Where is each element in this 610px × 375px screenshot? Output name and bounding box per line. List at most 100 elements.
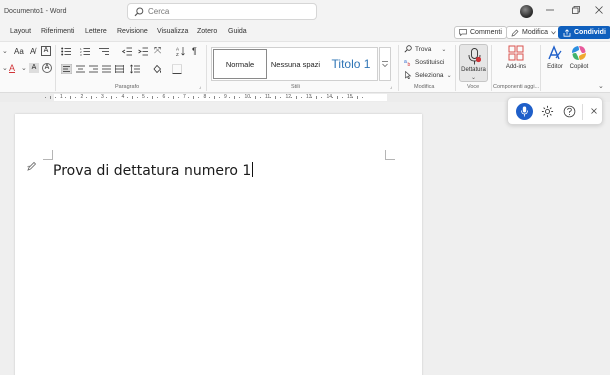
- align-center-icon[interactable]: [76, 65, 85, 73]
- show-marks-icon[interactable]: ¶: [192, 46, 197, 56]
- minimize-button[interactable]: [542, 4, 558, 18]
- enclose-char-icon[interactable]: A: [42, 63, 52, 73]
- styles-gallery: Normale Nessuna spazi Titolo 1: [211, 47, 378, 81]
- dictation-close-button[interactable]: [588, 105, 600, 118]
- ruler-tick: [239, 97, 241, 98]
- editor-button[interactable]: Editor: [544, 44, 566, 82]
- shading-icon[interactable]: A: [29, 63, 39, 73]
- highlight-dropdown-icon[interactable]: ⌄: [2, 64, 8, 72]
- ruler-tick: [85, 97, 87, 98]
- ruler-tick: [357, 96, 359, 99]
- style-no-spacing[interactable]: Nessuna spazi: [269, 49, 322, 79]
- restore-button[interactable]: [568, 4, 584, 18]
- style-heading-1[interactable]: Titolo 1: [324, 49, 378, 79]
- avatar[interactable]: [520, 5, 533, 18]
- share-label: Condividi: [574, 29, 606, 36]
- clear-format-icon[interactable]: A̸: [30, 47, 35, 56]
- ruler-tick: [167, 97, 169, 98]
- ruler-tick: [259, 97, 261, 98]
- shading-paint-icon[interactable]: [152, 64, 162, 74]
- ruler-tick: [188, 97, 190, 98]
- margin-corner-top-right: [385, 150, 395, 160]
- tab-lettere[interactable]: Lettere: [85, 28, 107, 35]
- tab-revisione[interactable]: Revisione: [117, 28, 148, 35]
- share-button[interactable]: Condividi: [558, 26, 610, 39]
- style-normal[interactable]: Normale: [213, 49, 267, 79]
- find-button[interactable]: Trova ⌄: [404, 45, 446, 53]
- find-icon: [404, 45, 412, 53]
- ruler-tick: [147, 97, 149, 98]
- ruler-tick: [75, 97, 77, 98]
- gear-icon[interactable]: [541, 105, 554, 118]
- document-page[interactable]: Prova di dettatura numero 1: [15, 114, 422, 375]
- copilot-icon: [572, 46, 586, 60]
- ruler-tick: [300, 97, 302, 98]
- dictation-toolbar: [507, 97, 603, 125]
- change-case-icon[interactable]: Aa: [14, 47, 24, 56]
- paragraph-launcher-icon[interactable]: ⌟: [199, 84, 201, 90]
- handwriting-pen-icon: [27, 161, 37, 171]
- styles-more-button[interactable]: [379, 47, 391, 81]
- align-right-icon[interactable]: [89, 65, 98, 73]
- tab-guida[interactable]: Guida: [228, 28, 247, 35]
- tab-layout[interactable]: Layout: [10, 28, 31, 35]
- help-icon[interactable]: [563, 105, 576, 118]
- font-size-dropdown-icon[interactable]: ⌄: [2, 47, 8, 55]
- bullets-icon[interactable]: [61, 47, 71, 56]
- ribbon-tabs: Layout Riferimenti Lettere Revisione Vis…: [0, 25, 610, 41]
- ruler-tick: [65, 97, 67, 98]
- text-border-icon[interactable]: A: [41, 46, 51, 56]
- ruler-number: 9: [224, 94, 227, 100]
- justify-icon[interactable]: [102, 65, 111, 73]
- decrease-indent-icon[interactable]: [122, 47, 132, 56]
- borders-icon[interactable]: [172, 64, 182, 74]
- separator: [206, 45, 207, 91]
- sort-icon[interactable]: AZ: [176, 46, 185, 57]
- document-text[interactable]: Prova di dettatura numero 1: [53, 162, 254, 179]
- select-button[interactable]: Seleziona ⌄: [404, 71, 452, 79]
- tab-zotero[interactable]: Zotero: [197, 28, 217, 35]
- font-color-icon[interactable]: A: [9, 63, 15, 73]
- svg-text:b: b: [408, 62, 411, 66]
- ruler-number: 10: [244, 94, 251, 100]
- line-spacing-icon[interactable]: [130, 64, 140, 74]
- edit-mode-button[interactable]: Modifica: [506, 26, 562, 39]
- addins-label: Add-ins: [505, 64, 527, 70]
- svg-text:A: A: [176, 47, 179, 52]
- window-title: Documento1 - Word: [4, 8, 67, 15]
- comments-button[interactable]: Commenti: [454, 26, 507, 39]
- increase-indent-icon[interactable]: [138, 47, 148, 56]
- ruler-tick: [341, 97, 343, 98]
- ruler-number: 6: [162, 94, 166, 100]
- numbering-icon[interactable]: 123: [80, 47, 90, 56]
- copilot-button[interactable]: Copilot: [566, 44, 592, 82]
- ruler-number: 7: [183, 94, 186, 100]
- ruler-tick: [336, 96, 338, 99]
- collapse-ribbon-icon[interactable]: ⌄: [598, 82, 604, 90]
- ruler-number: 14: [326, 94, 333, 100]
- ruler-scale[interactable]: 1 2 3 4 5 6 7 8 9 10 11 12 13 14 15: [44, 94, 387, 101]
- ruler-tick: [172, 96, 174, 99]
- dictate-button[interactable]: Dettatura ⌄: [459, 44, 488, 82]
- asian-layout-icon[interactable]: ⤧: [154, 45, 161, 56]
- replace-button[interactable]: ab Sostituisci: [404, 58, 444, 67]
- font-color-dropdown-icon[interactable]: ⌄: [21, 64, 27, 72]
- ruler-number: 2: [80, 94, 84, 100]
- ruler-tick: [295, 96, 297, 99]
- multilevel-list-icon[interactable]: [99, 47, 109, 56]
- separator: [540, 45, 541, 91]
- search-box[interactable]: Cerca: [127, 3, 317, 20]
- tab-visualizza[interactable]: Visualizza: [157, 28, 188, 35]
- editing-group-label: Modifica: [414, 84, 435, 90]
- styles-launcher-icon[interactable]: ⌟: [390, 84, 392, 90]
- ruler-number: 13: [306, 94, 312, 100]
- dictation-mic-button[interactable]: [516, 103, 533, 120]
- close-button[interactable]: [591, 4, 607, 18]
- document-canvas: Prova di dettatura numero 1: [0, 102, 610, 375]
- ruler-number: 4: [121, 94, 125, 100]
- addins-button[interactable]: Add-ins: [496, 44, 536, 82]
- tab-riferimenti[interactable]: Riferimenti: [41, 28, 74, 35]
- distribute-icon[interactable]: [115, 65, 124, 73]
- align-left-icon[interactable]: [61, 64, 72, 74]
- separator: [491, 45, 492, 91]
